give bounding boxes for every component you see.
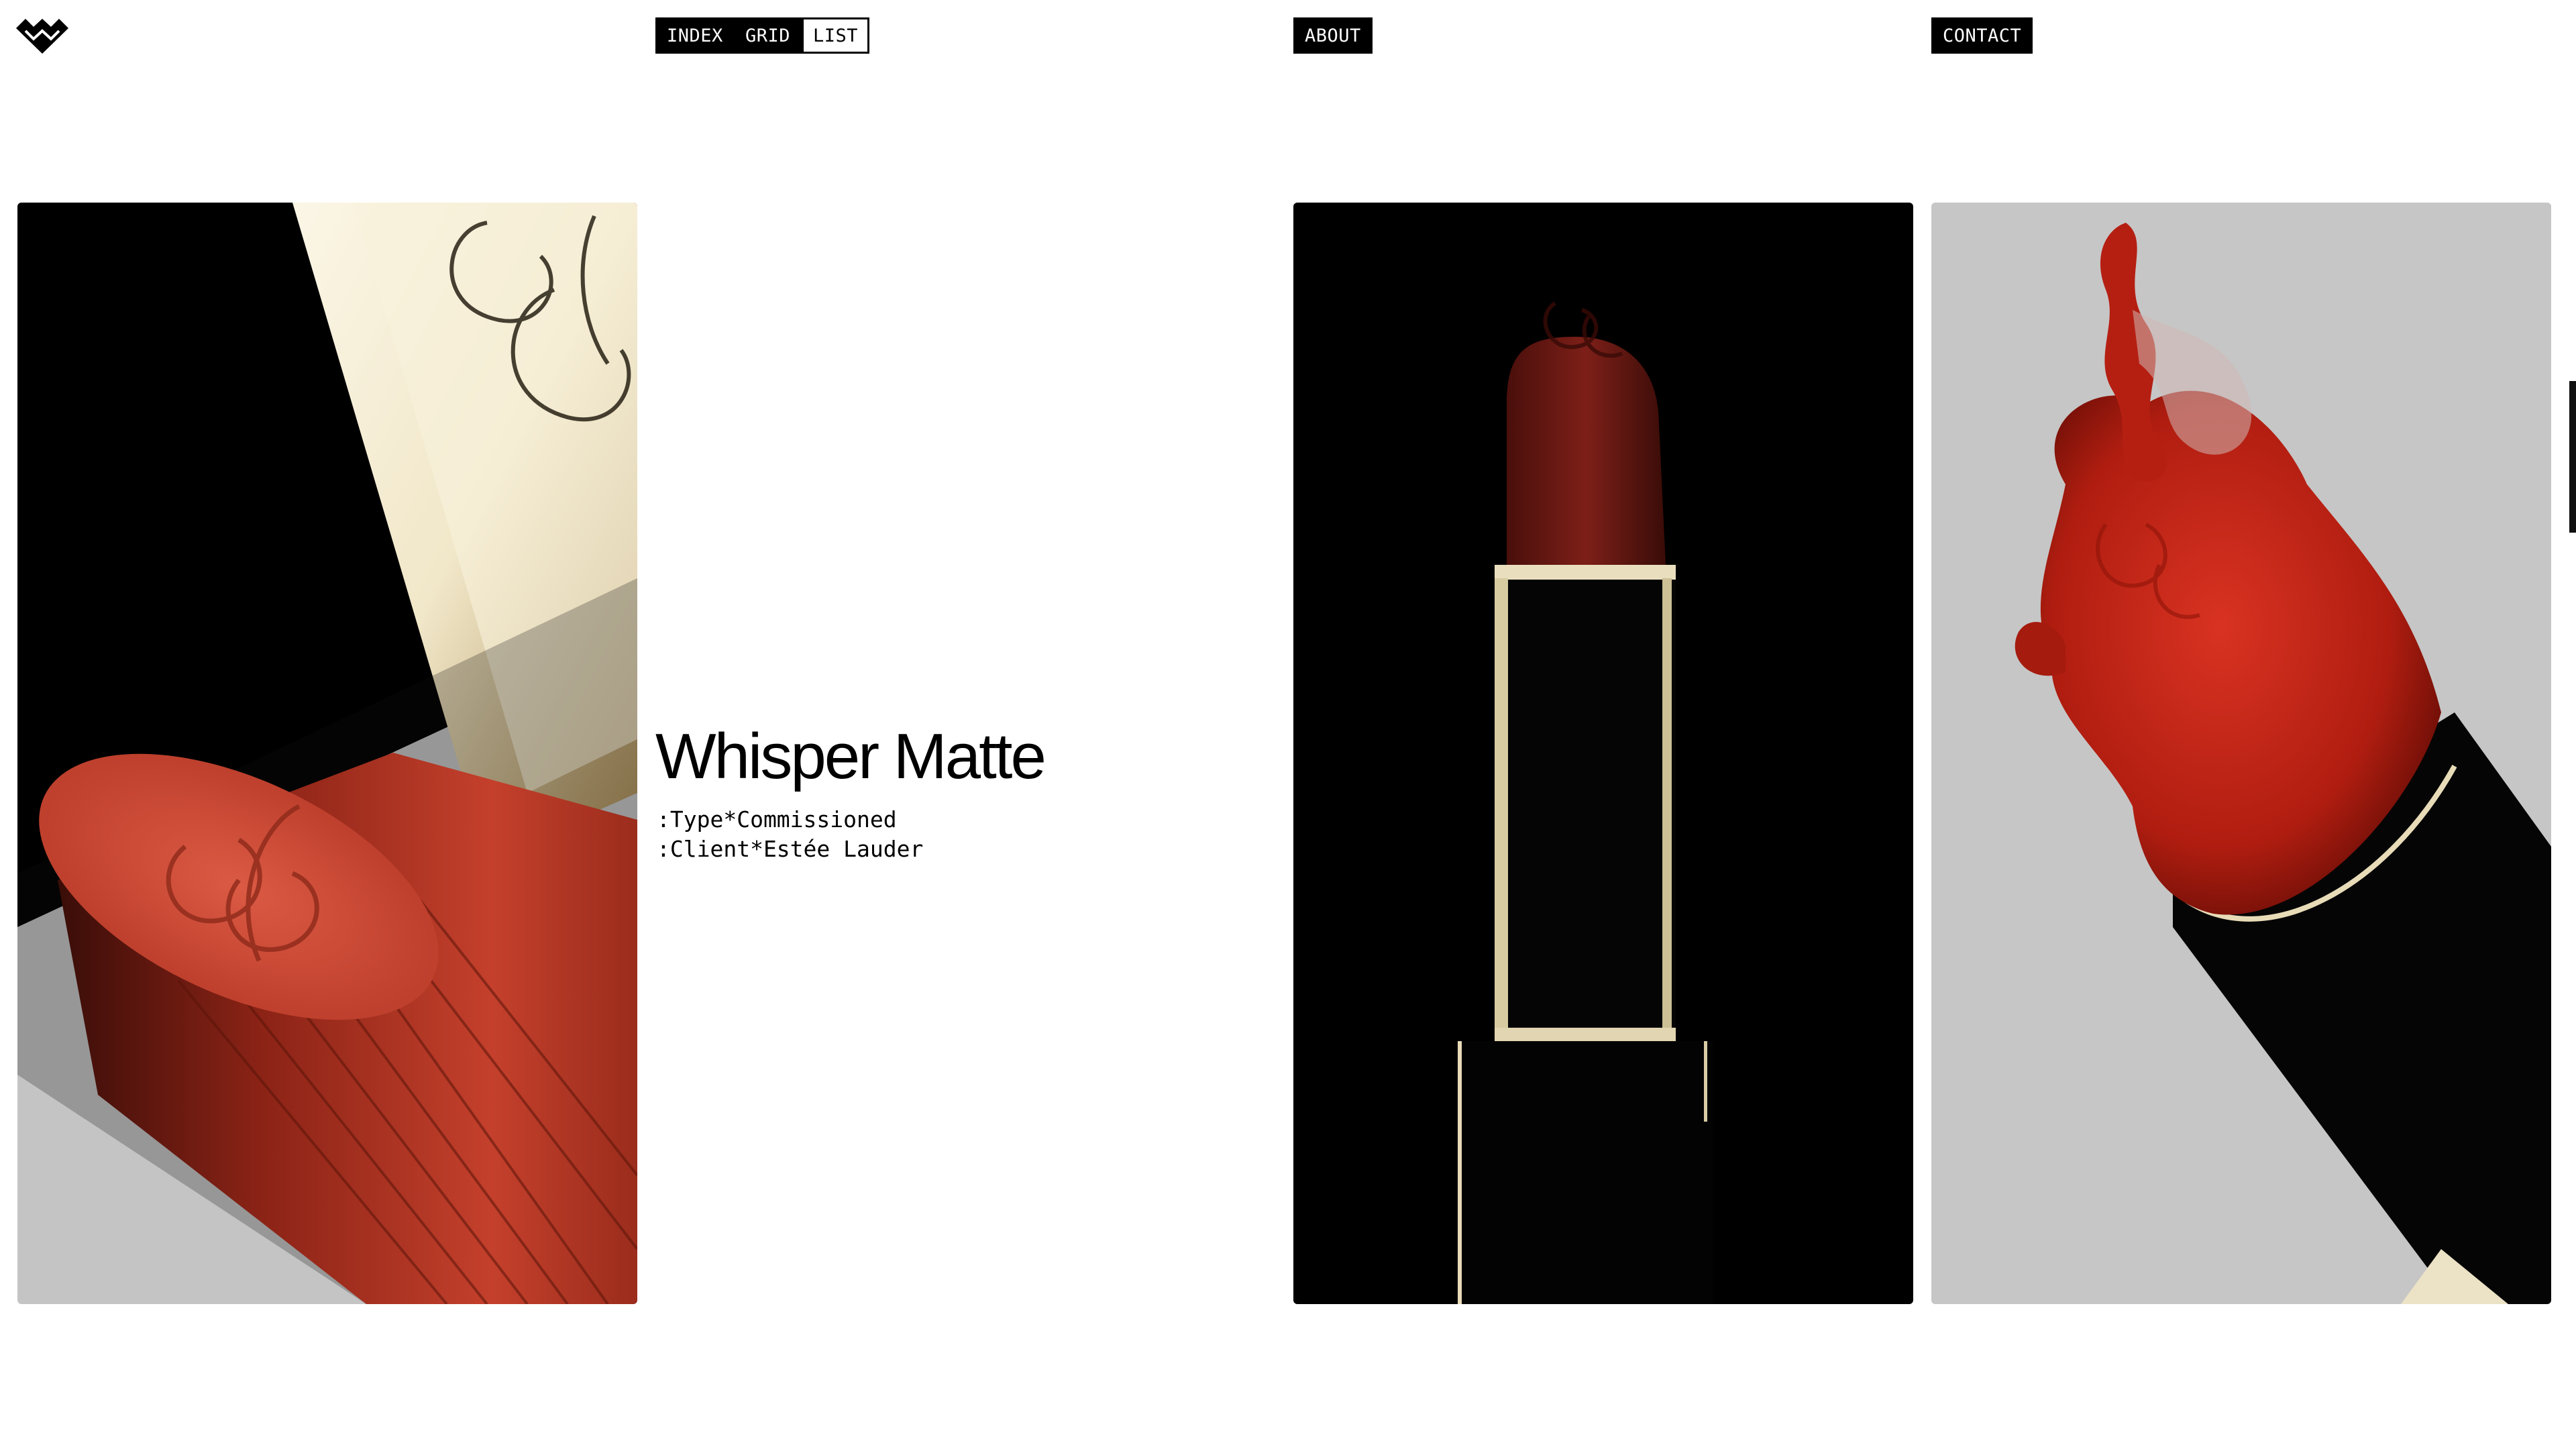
nav-index-button[interactable]: INDEX (655, 17, 735, 54)
nav-list-button[interactable]: LIST (802, 17, 870, 54)
brand-mark-icon (16, 19, 68, 54)
lipstick-closeup-illustration (17, 203, 637, 1304)
lipstick-dark-illustration (1293, 203, 1913, 1304)
nav-about-button[interactable]: ABOUT (1293, 17, 1373, 54)
scrollbar-thumb[interactable] (2569, 381, 2576, 533)
project-type: :Type*Commissioned (657, 806, 897, 833)
project-title: Whisper Matte (655, 720, 1046, 792)
project-image-lipstick-melting[interactable] (1931, 203, 2551, 1304)
nav-contact-button[interactable]: CONTACT (1931, 17, 2033, 54)
project-client: :Client*Estée Lauder (657, 836, 924, 862)
lipstick-melting-illustration (1931, 203, 2551, 1304)
nav-grid-button[interactable]: GRID (734, 17, 802, 54)
brand-logo[interactable] (16, 19, 68, 54)
project-image-lipstick-closeup[interactable] (17, 203, 637, 1304)
project-image-lipstick-dark[interactable] (1293, 203, 1913, 1304)
